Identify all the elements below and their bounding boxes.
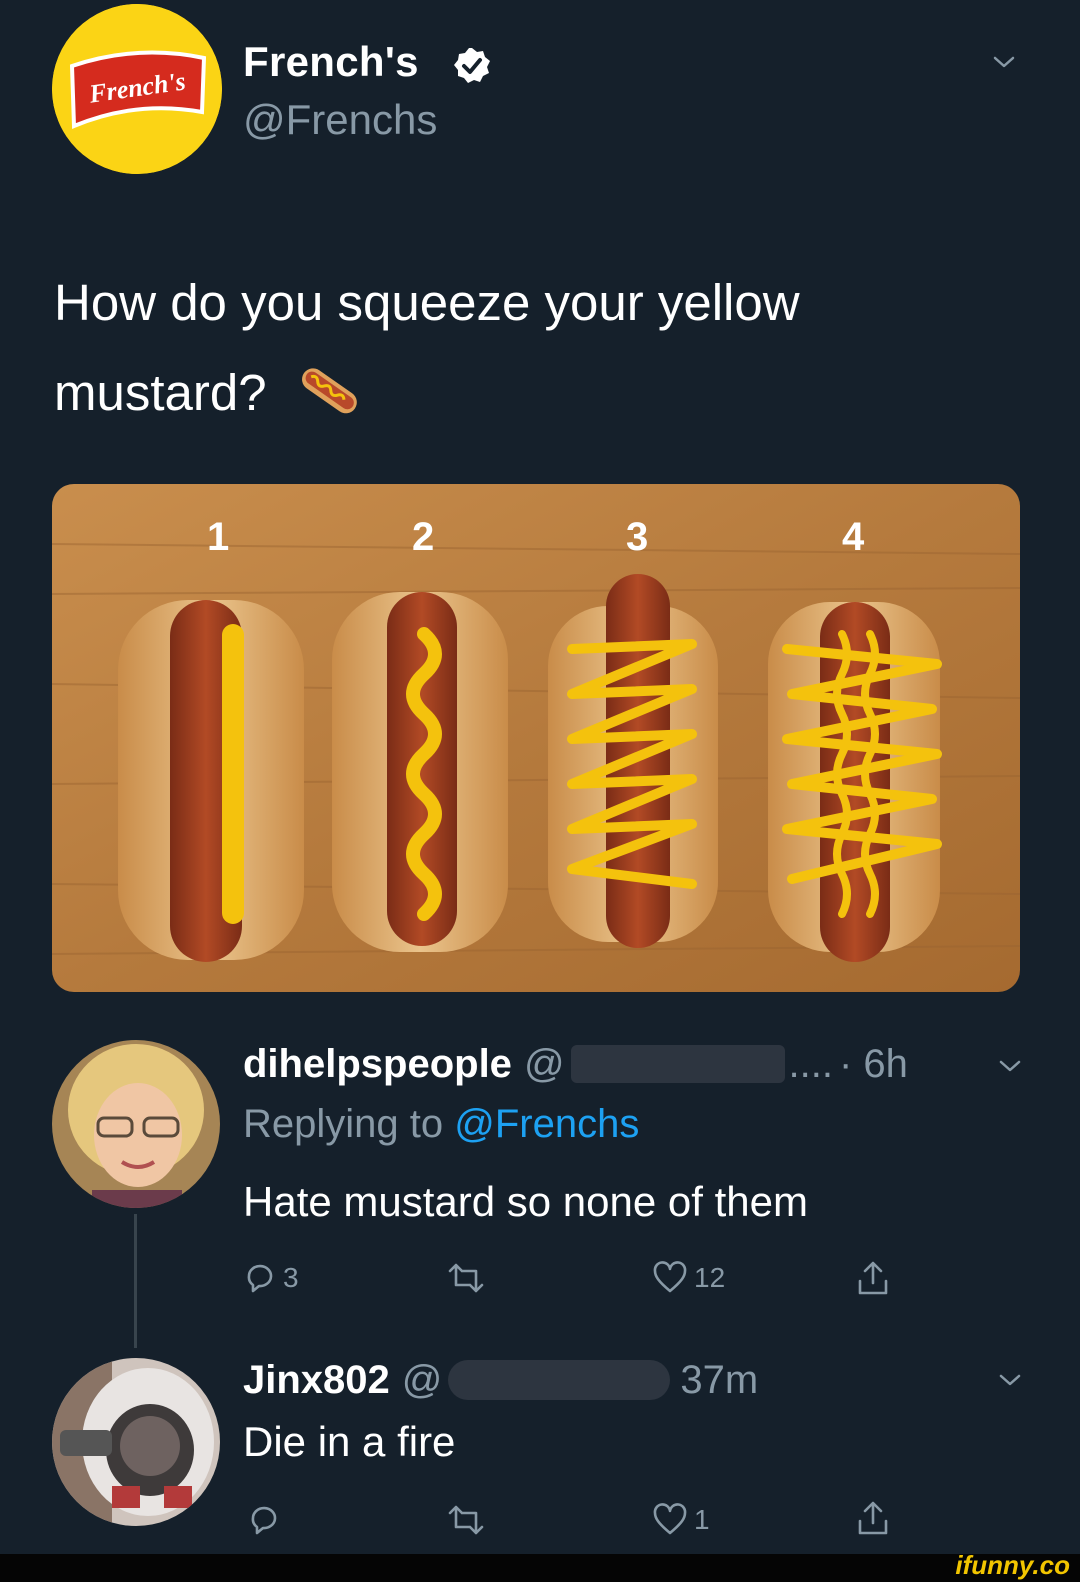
hot-dog-emoji-icon — [301, 368, 357, 414]
reply-username[interactable]: Jinx802 — [243, 1358, 390, 1403]
retweet-button[interactable] — [446, 1258, 492, 1298]
like-button[interactable]: 12 — [652, 1258, 725, 1298]
hot-dog-label-1: 1 — [207, 515, 229, 559]
share-icon — [858, 1261, 888, 1295]
watermark-bar — [0, 1554, 1080, 1582]
frenchs-logo: French's — [52, 4, 222, 174]
author-name[interactable]: French's — [243, 38, 419, 86]
tweet-image[interactable]: 1 2 3 4 — [52, 484, 1020, 992]
like-icon — [653, 1261, 687, 1293]
reply-icon — [251, 1506, 277, 1535]
hot-dog-3 — [548, 574, 718, 948]
reply-avatar[interactable] — [52, 1358, 220, 1526]
replying-mention[interactable]: @Frenchs — [454, 1102, 639, 1146]
avatar-photo — [52, 1358, 220, 1526]
chevron-down-icon[interactable] — [999, 1374, 1021, 1386]
reply-timestamp[interactable]: 37m — [680, 1358, 758, 1403]
retweet-icon — [448, 1263, 484, 1293]
share-button[interactable] — [856, 1498, 890, 1538]
reply-username[interactable]: dihelpspeople — [243, 1042, 512, 1087]
hot-dog-label-4: 4 — [842, 515, 865, 559]
verified-badge-icon — [452, 46, 492, 86]
reply-button[interactable] — [247, 1500, 287, 1540]
avatar-photo — [52, 1040, 220, 1208]
watermark: ifunny.co — [955, 1550, 1070, 1580]
replying-to: Replying to @Frenchs — [243, 1102, 639, 1147]
reply-text: Die in a fire — [243, 1418, 456, 1465]
like-icon — [653, 1503, 687, 1535]
retweet-icon — [448, 1505, 484, 1535]
like-count: 12 — [694, 1262, 726, 1293]
reply-handle-tail: .... — [788, 1041, 833, 1086]
hot-dog-1 — [118, 600, 304, 962]
chevron-down-icon[interactable] — [993, 56, 1015, 68]
reply-header: Jinx802 @ 37m — [243, 1356, 758, 1404]
share-icon — [858, 1501, 888, 1535]
hot-dog-2 — [332, 592, 508, 952]
reply-text: Hate mustard so none of them — [243, 1178, 808, 1225]
like-count: 1 — [694, 1504, 710, 1535]
thread-line — [134, 1214, 137, 1348]
author-avatar[interactable]: French's — [52, 4, 222, 174]
chevron-down-icon[interactable] — [999, 1060, 1021, 1072]
author-handle[interactable]: @Frenchs — [243, 96, 437, 144]
reply-icon — [247, 1264, 273, 1293]
reply-handle-at[interactable]: @ — [524, 1042, 565, 1087]
replying-prefix: Replying to — [243, 1102, 455, 1146]
reply-handle-at[interactable]: @ — [402, 1358, 443, 1403]
reply-button[interactable]: 3 — [243, 1258, 299, 1298]
tweet-text-content: How do you squeeze your yellow mustard? — [54, 274, 800, 421]
reply-count: 3 — [283, 1262, 299, 1293]
hot-dog-4 — [768, 602, 942, 962]
hot-dogs-photo: 1 2 3 4 — [52, 484, 1020, 992]
hot-dog-label-2: 2 — [412, 515, 434, 559]
like-button[interactable]: 1 — [652, 1500, 710, 1540]
reply-avatar[interactable] — [52, 1040, 220, 1208]
tweet-text: How do you squeeze your yellow mustard? — [54, 258, 1014, 438]
reply-header: dihelpspeople @ .... · 6h — [243, 1040, 908, 1088]
redacted-handle — [448, 1360, 671, 1400]
redacted-handle — [570, 1045, 785, 1083]
hot-dog-label-3: 3 — [626, 515, 648, 559]
retweet-button[interactable] — [446, 1500, 492, 1540]
share-button[interactable] — [856, 1258, 890, 1298]
reply-timestamp[interactable]: · 6h — [839, 1042, 908, 1087]
